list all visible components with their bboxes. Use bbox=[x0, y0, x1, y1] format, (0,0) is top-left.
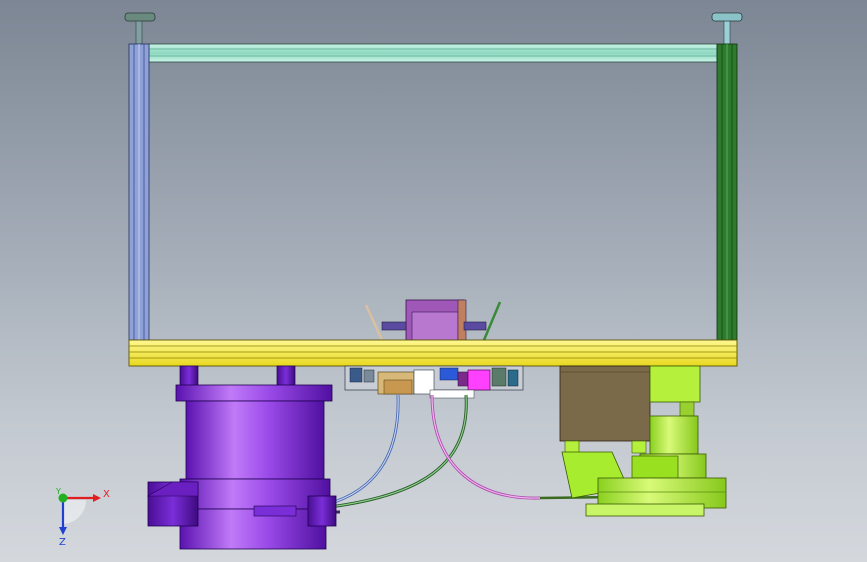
right-leveling-foot bbox=[711, 12, 743, 45]
right-assembly bbox=[559, 365, 727, 517]
magenta-connector bbox=[467, 369, 491, 391]
right-column bbox=[716, 43, 738, 341]
left-column bbox=[128, 43, 150, 341]
gearbox bbox=[559, 365, 651, 442]
base-plate bbox=[128, 339, 738, 367]
cad-viewport[interactable]: X Y Z bbox=[0, 0, 867, 562]
center-top-unit bbox=[364, 299, 502, 341]
y-axis-label: Y bbox=[55, 487, 61, 496]
z-axis-head bbox=[59, 527, 67, 535]
left-motor-assembly bbox=[146, 365, 337, 550]
assembly-drawing: X Y Z bbox=[55, 12, 743, 550]
x-axis-head bbox=[93, 494, 101, 502]
top-beam bbox=[148, 43, 718, 63]
top-frame bbox=[124, 12, 743, 341]
axis-triad-icon: X Y Z bbox=[55, 487, 110, 548]
center-under-unit bbox=[344, 365, 524, 399]
left-leveling-foot bbox=[124, 12, 156, 45]
x-axis-label: X bbox=[103, 489, 110, 500]
z-axis-label: Z bbox=[59, 537, 66, 548]
